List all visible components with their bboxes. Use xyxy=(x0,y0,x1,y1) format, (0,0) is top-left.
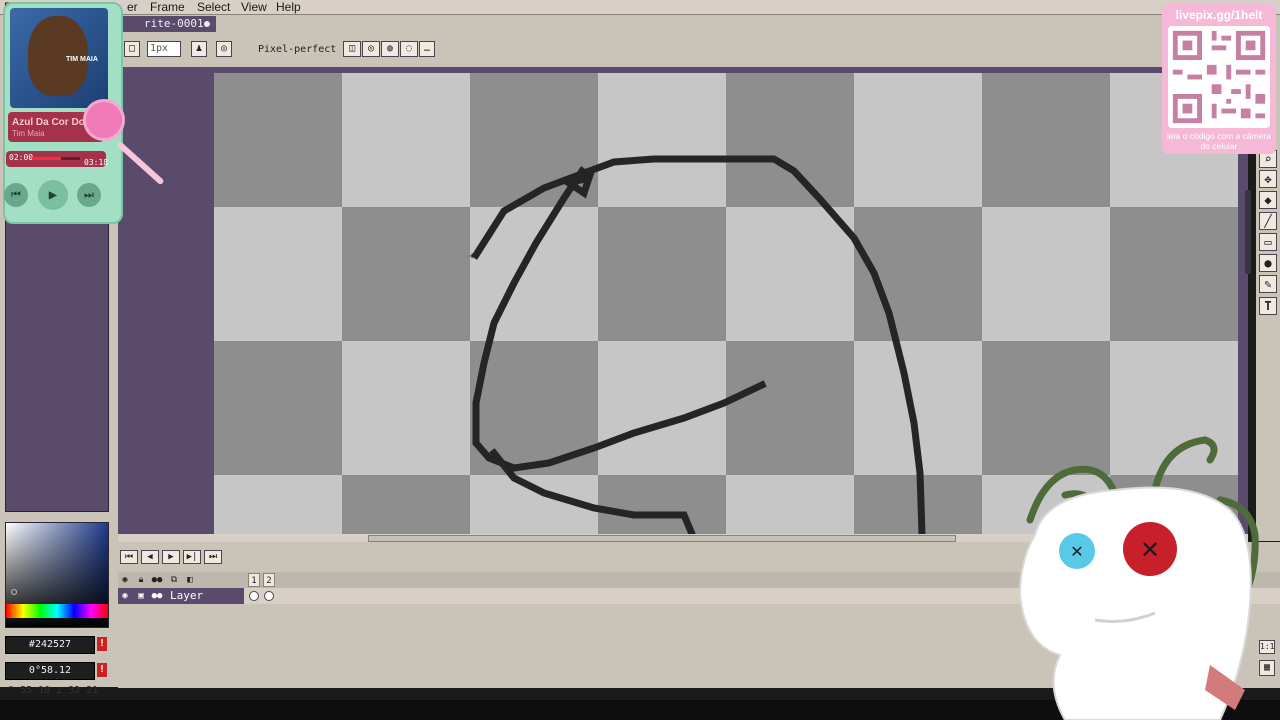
rectangle-tool-icon[interactable]: ▭ xyxy=(1259,233,1277,251)
close-icon[interactable] xyxy=(204,21,210,27)
qr-title: livepix.gg/1helt xyxy=(1175,8,1263,22)
line-tool-icon[interactable]: ╱ xyxy=(1259,212,1277,230)
qr-code-icon[interactable] xyxy=(1168,26,1270,128)
frame-number-1[interactable]: 1 xyxy=(248,573,260,587)
song-title: Azul Da Cor Do Mar xyxy=(12,117,84,128)
text-tool-icon[interactable]: T xyxy=(1259,297,1277,315)
lollipop-decoration xyxy=(83,99,125,141)
symmetry-off-button[interactable]: ◫ xyxy=(343,41,361,57)
lock-icon[interactable]: ▣ xyxy=(135,590,147,602)
album-cover-text: TIM MAIA xyxy=(66,56,98,63)
opacity-icon[interactable]: ◎ xyxy=(216,41,232,57)
menu-layer[interactable]: er xyxy=(127,0,138,14)
status-coordinates: ⌜ 55 10 ⊥ 32 21 xyxy=(8,685,98,696)
eyedropper-tool-icon[interactable]: ✎ xyxy=(1259,275,1277,293)
move-tool-icon[interactable]: ✥ xyxy=(1259,170,1277,188)
frame-number-2[interactable]: 2 xyxy=(263,573,275,587)
play-icon[interactable]: ▶ xyxy=(38,180,68,210)
horizontal-scroll-thumb[interactable] xyxy=(368,535,956,542)
document-tab-title: rite-0001 xyxy=(144,17,204,30)
document-tab[interactable]: rite-0001 xyxy=(120,16,216,32)
eye-icon[interactable]: ◉ xyxy=(119,574,131,586)
cursor-position: 55 10 xyxy=(20,685,51,696)
vertical-scroll-thumb[interactable] xyxy=(1245,190,1251,274)
prev-frame-button[interactable]: ◀ xyxy=(141,550,159,564)
ink-type-icon[interactable]: ♟ xyxy=(191,41,207,57)
cursor-icon: ⌜ xyxy=(8,685,21,696)
total-time: 03:18 xyxy=(84,158,109,167)
layer-settings-icon[interactable]: ◧ xyxy=(184,574,196,586)
song-artist: Tim Maia xyxy=(12,129,45,138)
size-icon: ⊥ xyxy=(56,685,69,696)
pixel-perfect-label: Pixel-perfect xyxy=(258,44,337,55)
lock-icon[interactable]: 🔒︎ xyxy=(135,574,147,586)
symmetry-v-button[interactable]: ◍ xyxy=(381,41,399,57)
elapsed-time: 02:00 xyxy=(9,153,34,162)
more-options-button[interactable]: … xyxy=(419,41,435,57)
warning-icon: ! xyxy=(97,663,107,677)
x-eye-icon: ✕ xyxy=(1140,536,1160,564)
cel-frame-2[interactable] xyxy=(264,591,274,601)
next-frame-button[interactable]: ▶| xyxy=(183,550,201,564)
hsv-color-field[interactable]: 0°58.12 xyxy=(5,662,95,680)
symmetry-both-button[interactable]: ◌ xyxy=(400,41,418,57)
hue-slider[interactable] xyxy=(6,604,108,618)
crosshair-cursor: + xyxy=(469,251,475,262)
continuous-icon[interactable]: ●● xyxy=(151,590,163,602)
menu-help[interactable]: Help xyxy=(276,0,301,14)
blur-tool-icon[interactable]: ● xyxy=(1259,254,1277,272)
symmetry-h-button[interactable]: ◎ xyxy=(362,41,380,57)
brush-size-input[interactable]: 1px xyxy=(147,41,181,57)
selection-size: 32 21 xyxy=(68,685,99,696)
pixel-perfect-checkbox[interactable] xyxy=(244,44,255,55)
last-frame-button[interactable]: ⏭ xyxy=(204,550,222,564)
mascot-character: ✕ ✕ xyxy=(1018,436,1259,720)
continuous-icon[interactable]: ●● xyxy=(151,574,163,586)
progress-fill xyxy=(32,157,61,160)
color-picker-cursor[interactable] xyxy=(11,589,17,595)
cel-frame-1[interactable] xyxy=(249,591,259,601)
menu-view[interactable]: View xyxy=(241,0,267,14)
x-eye-icon: ✕ xyxy=(1070,542,1083,561)
qr-caption: leia o código com a câmera do celular xyxy=(1167,131,1271,151)
menubar: Fi er Frame Select View Help xyxy=(0,0,1280,15)
hex-color-field[interactable]: #242527 xyxy=(5,636,95,654)
first-frame-button[interactable]: ⏮ xyxy=(120,550,138,564)
play-button[interactable]: ▶ xyxy=(162,550,180,564)
next-track-icon[interactable]: ⏭ xyxy=(77,183,101,207)
eye-icon[interactable]: ◉ xyxy=(119,590,131,602)
menu-frame[interactable]: Frame xyxy=(150,0,185,14)
menu-select[interactable]: Select xyxy=(197,0,230,14)
layer-name[interactable]: Layer xyxy=(166,588,244,604)
onion-skin-icon[interactable]: ⧉ xyxy=(168,574,180,586)
fill-tool-icon[interactable]: ◆ xyxy=(1259,191,1277,209)
palette-panel[interactable] xyxy=(5,210,109,512)
previous-track-icon[interactable]: ⏮ xyxy=(4,183,28,207)
brush-shape-button[interactable]: □ xyxy=(124,41,140,57)
warning-icon: ! xyxy=(97,637,107,651)
